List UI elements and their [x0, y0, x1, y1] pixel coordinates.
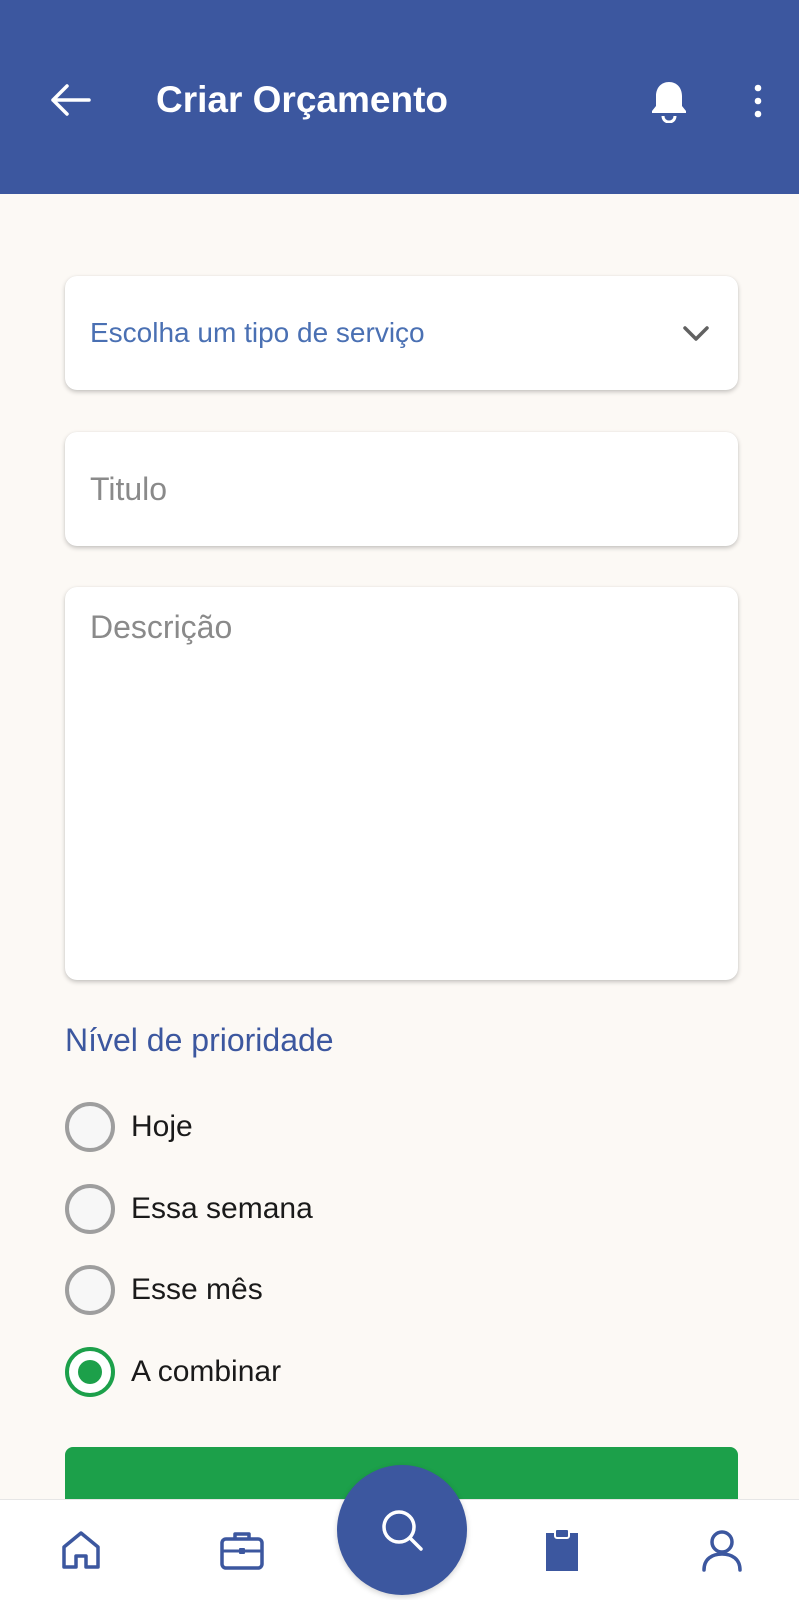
- priority-option-essa-semana[interactable]: Essa semana: [65, 1184, 313, 1234]
- page-title: Criar Orçamento: [156, 79, 448, 120]
- user-icon: [702, 1530, 742, 1572]
- description-field[interactable]: [65, 587, 738, 980]
- priority-option-hoje[interactable]: Hoje: [65, 1102, 193, 1152]
- nav-profile[interactable]: [694, 1522, 750, 1578]
- back-button[interactable]: [46, 78, 94, 122]
- home-icon: [62, 1531, 100, 1569]
- radio-button-selected[interactable]: [65, 1347, 115, 1397]
- title-field[interactable]: [65, 432, 738, 546]
- search-icon: [382, 1510, 423, 1551]
- priority-option-label: A combinar: [131, 1355, 282, 1388]
- priority-option-label: Essa semana: [131, 1192, 313, 1225]
- arrow-left-icon: [51, 84, 91, 116]
- nav-services[interactable]: [214, 1522, 270, 1578]
- app-bar: Criar Orçamento: [0, 0, 799, 194]
- chevron-down-icon: [683, 326, 709, 341]
- radio-button[interactable]: [65, 1265, 115, 1315]
- briefcase-icon: [220, 1532, 264, 1570]
- radio-button[interactable]: [65, 1102, 115, 1152]
- priority-label: Nível de prioridade: [65, 1022, 334, 1058]
- bell-icon: [652, 82, 686, 123]
- nav-budgets[interactable]: [534, 1522, 590, 1578]
- priority-option-a-combinar[interactable]: A combinar: [65, 1347, 281, 1397]
- service-type-placeholder: Escolha um tipo de serviço: [90, 317, 425, 348]
- nav-home[interactable]: [53, 1522, 109, 1578]
- priority-option-esse-mes[interactable]: Esse mês: [65, 1265, 263, 1315]
- priority-option-label: Hoje: [131, 1110, 193, 1143]
- more-vertical-icon: [754, 84, 762, 118]
- more-options-button[interactable]: [738, 78, 778, 124]
- radio-button[interactable]: [65, 1184, 115, 1234]
- clipboard-icon: [546, 1528, 578, 1571]
- description-field-container: [65, 587, 738, 980]
- service-type-select[interactable]: Escolha um tipo de serviço: [65, 276, 738, 390]
- notifications-button[interactable]: [644, 76, 694, 126]
- title-field-container: [65, 432, 738, 546]
- search-button[interactable]: [337, 1465, 467, 1595]
- priority-option-label: Esse mês: [131, 1273, 263, 1306]
